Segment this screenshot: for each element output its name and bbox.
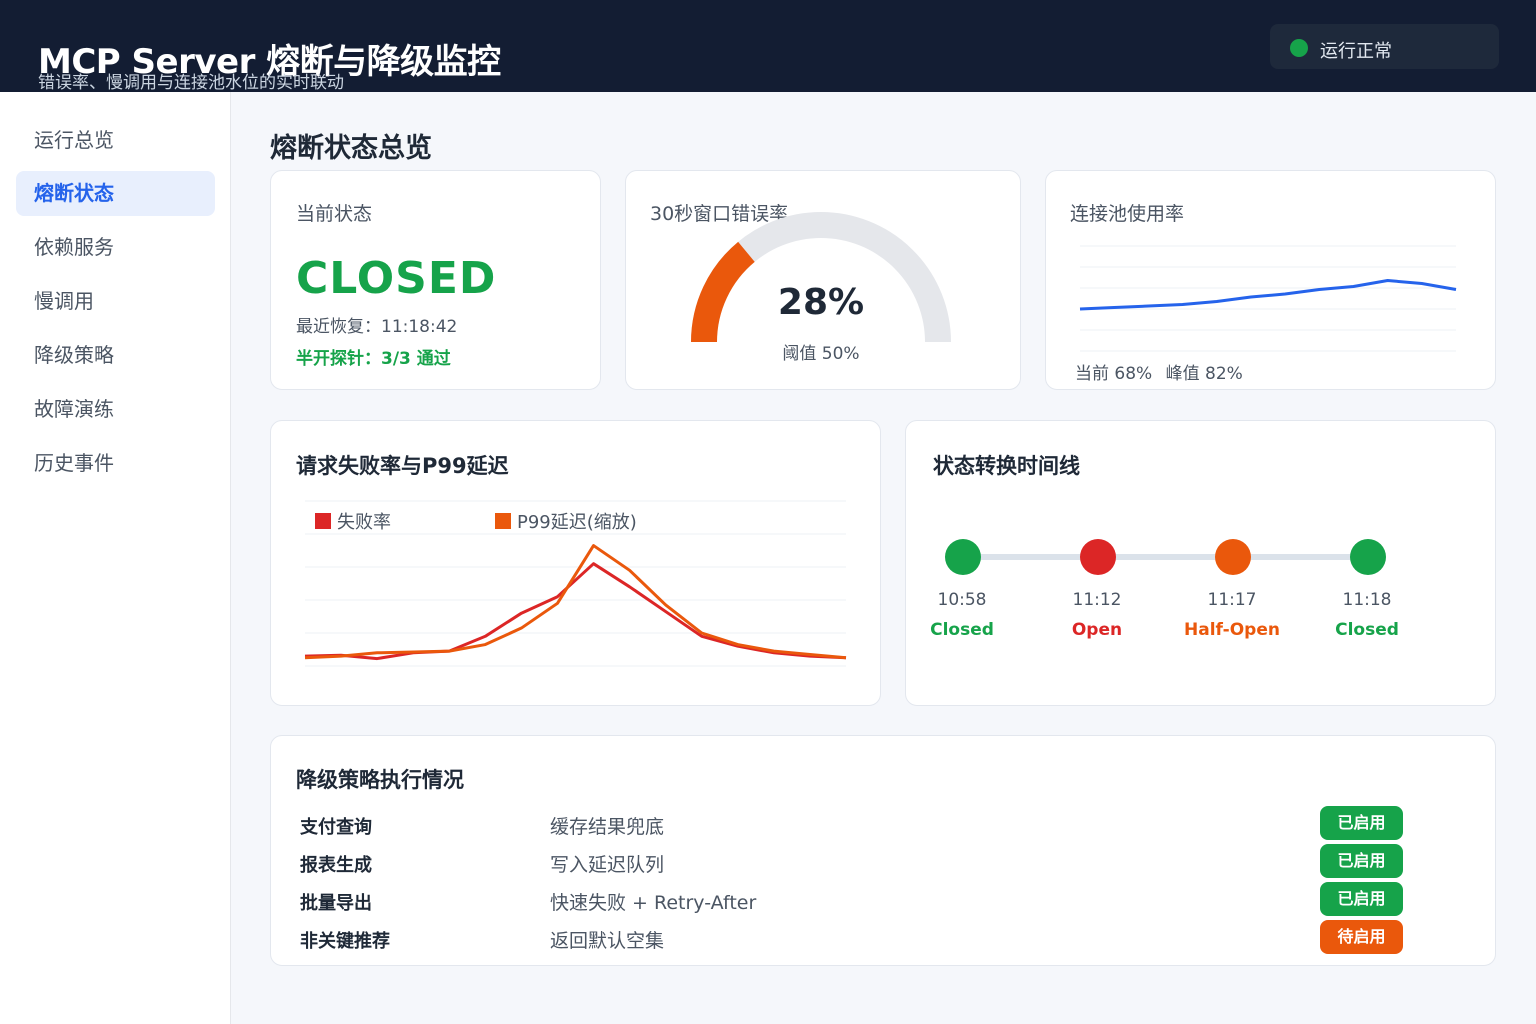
series-line-0 [1079,279,1457,311]
circuit-state-label: 当前状态 [296,203,373,225]
connection-pool-chart [1079,245,1457,352]
series-line-0 [304,562,847,661]
sidebar-item-slow-calls[interactable]: 慢调用 [16,279,215,324]
last-recover-time: 最近恢复：11:18:42 [296,317,458,337]
degrade-policy-title: 降级策略执行情况 [296,768,464,792]
system-status-label: 运行正常 [1320,41,1392,62]
timeline-track [963,554,1368,560]
sidebar-item-fault-drill[interactable]: 故障演练 [16,387,215,432]
timeline-state: Half-Open [1184,620,1280,640]
series-line-1 [304,544,847,660]
failure-latency-chart [304,500,847,667]
policy-row-action: 快速失败 + Retry-After [550,892,757,914]
sidebar-item-circuit-state[interactable]: 熔断状态 [16,171,215,216]
status-ok-icon [1290,39,1308,57]
error-rate-value: 28% [777,282,865,323]
timeline-time: 11:12 [1072,590,1122,610]
app-subtitle: 错误率、慢调用与连接池水位的实时联动 [38,73,344,93]
circuit-state-card: 当前状态 CLOSED 最近恢复：11:18:42 半开探针：3/3 通过 [270,170,601,390]
legend-swatch-p99 [495,513,511,529]
policy-status-badge[interactable]: 已启用 [1320,806,1403,840]
failure-latency-card: 请求失败率与P99延迟 失败率 P99延迟(缩放) [270,420,881,706]
degrade-policy-card: 降级策略执行情况 支付查询 缓存结果兜底 已启用 报表生成 写入延迟队列 已启用… [270,735,1496,966]
sidebar-item-degrade-policy[interactable]: 降级策略 [16,333,215,378]
sidebar-item-overview[interactable]: 运行总览 [16,118,215,163]
state-timeline-title: 状态转换时间线 [933,454,1080,478]
policy-status-badge[interactable]: 待启用 [1320,920,1403,954]
timeline-time: 10:58 [937,590,987,610]
timeline-node-closed-final[interactable] [1350,539,1386,575]
timeline-node-open[interactable] [1080,539,1116,575]
timeline-state: Closed [930,620,994,640]
connection-pool-stats: 当前 68% 峰值 82% [1075,359,1251,384]
legend-failure-rate: 失败率 [315,508,391,534]
legend-failure-label: 失败率 [337,512,391,533]
half-open-probe-result: 半开探针：3/3 通过 [296,349,451,369]
error-rate-card: 30秒窗口错误率 28% 阈值 50% [625,170,1021,390]
timeline-node-half-open[interactable] [1215,539,1251,575]
policy-row-name: 报表生成 [300,855,372,876]
policy-row-action: 返回默认空集 [550,930,665,952]
timeline-time: 11:17 [1207,590,1257,610]
timeline-node-closed[interactable] [945,539,981,575]
sidebar-item-dependencies[interactable]: 依赖服务 [16,225,215,270]
sidebar: 运行总览 熔断状态 依赖服务 慢调用 降级策略 故障演练 历史事件 [0,92,231,1024]
policy-row-action: 缓存结果兜底 [550,816,665,838]
policy-row-name: 批量导出 [300,893,372,914]
circuit-state-value: CLOSED [296,253,497,304]
error-rate-threshold: 阈值 50% [782,344,860,364]
legend-p99-label: P99延迟(缩放) [517,512,637,533]
timeline-time: 11:18 [1342,590,1392,610]
state-timeline-card: 状态转换时间线 10:58 Closed 11:12 Open 11:17 Ha… [905,420,1496,706]
timeline-state: Open [1071,620,1123,640]
pool-current-usage: 当前 68% [1075,364,1153,384]
timeline-state: Closed [1335,620,1399,640]
policy-row-name: 非关键推荐 [300,931,390,952]
pool-peak-usage: 峰值 82% [1165,364,1243,384]
policy-status-badge[interactable]: 已启用 [1320,882,1403,916]
app-header: MCP Server 熔断与降级监控 错误率、慢调用与连接池水位的实时联动 运行… [0,0,1536,93]
system-status-badge[interactable]: 运行正常 [1270,24,1499,69]
legend-p99-latency: P99延迟(缩放) [495,508,637,534]
policy-status-badge[interactable]: 已启用 [1320,844,1403,878]
connection-pool-card: 连接池使用率 当前 68% 峰值 82% [1045,170,1496,390]
policy-row-action: 写入延迟队列 [550,854,665,876]
page-title: 熔断状态总览 [270,133,432,164]
sidebar-item-history[interactable]: 历史事件 [16,441,215,486]
legend-swatch-failure [315,513,331,529]
policy-row-name: 支付查询 [300,817,372,838]
